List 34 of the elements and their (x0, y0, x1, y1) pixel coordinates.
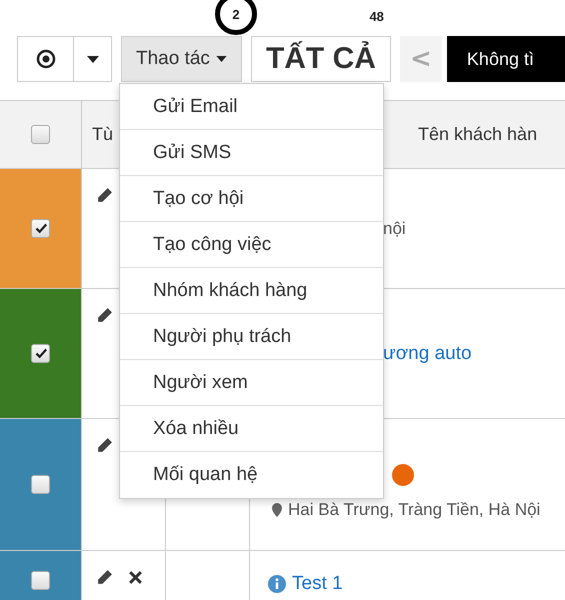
menu-item[interactable]: Gửi SMS (120, 130, 383, 176)
count-label: 2 (215, 0, 257, 35)
menu-item[interactable]: Gửi Email (120, 84, 383, 130)
check-icon (34, 347, 47, 360)
checkbox[interactable] (31, 571, 50, 590)
pencil-icon[interactable] (96, 307, 113, 324)
checkbox[interactable] (31, 344, 50, 363)
checkbox[interactable] (31, 219, 50, 238)
menu-item[interactable]: Nhóm khách hàng (120, 268, 383, 314)
caret-icon (216, 56, 227, 62)
menu-item[interactable]: Người phụ trách (120, 314, 383, 360)
pencil-icon[interactable] (96, 187, 113, 204)
menu-item[interactable]: Xóa nhiều (120, 406, 383, 452)
info-icon (268, 575, 286, 593)
map-pin-icon (272, 503, 282, 517)
pencil-icon[interactable] (96, 437, 113, 454)
menu-item[interactable]: Tạo công việc (120, 222, 383, 268)
address-text: Hai Bà Trưng, Tràng Tiền, Hà Nội (288, 500, 540, 520)
menu-item[interactable]: Người xem (120, 360, 383, 406)
check-icon (34, 222, 47, 235)
view-button[interactable]: Không tì (446, 36, 565, 82)
menu-item[interactable]: Tạo cơ hội (120, 176, 383, 222)
column-header: Tù (92, 124, 114, 145)
address-text: nội (383, 218, 406, 238)
checkbox[interactable] (31, 125, 50, 144)
count-label: 48 (369, 9, 384, 24)
menu-item[interactable]: Mối quan hệ (120, 452, 383, 498)
caret-icon (86, 56, 98, 62)
pencil-icon[interactable] (96, 569, 113, 586)
customer-link[interactable]: Test 1 (292, 573, 343, 595)
checkbox[interactable] (31, 475, 50, 494)
customer-link[interactable]: ương auto (383, 342, 472, 364)
close-icon[interactable] (127, 569, 144, 586)
column-header: Tên khách hàn (418, 124, 538, 145)
